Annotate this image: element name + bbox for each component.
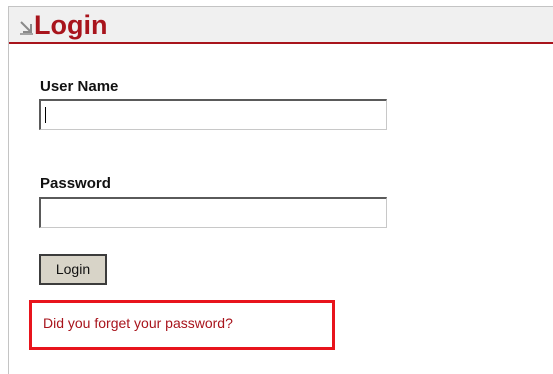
username-label: User Name xyxy=(40,78,119,95)
username-input[interactable] xyxy=(39,99,387,130)
forgot-password-link[interactable]: Did you forget your password? xyxy=(43,314,233,332)
password-input[interactable] xyxy=(39,197,387,228)
panel-header: Login xyxy=(9,7,553,44)
login-button[interactable]: Login xyxy=(39,254,107,285)
page-title: Login xyxy=(34,10,108,40)
text-caret xyxy=(45,107,46,123)
password-label: Password xyxy=(40,175,111,192)
login-panel: Login User Name Password Login Did you f… xyxy=(8,6,553,374)
forgot-password-highlight: Did you forget your password? xyxy=(29,300,335,350)
arrow-down-right-icon xyxy=(20,21,33,35)
